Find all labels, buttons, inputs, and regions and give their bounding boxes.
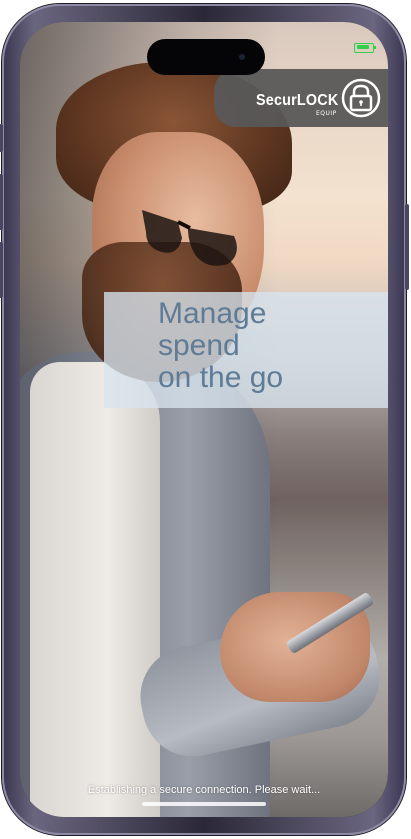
- power-button: [405, 204, 409, 290]
- person-glasses: [142, 210, 237, 266]
- logo-subtext: EQUIP: [316, 110, 337, 117]
- volume-up-button: [0, 174, 3, 230]
- splash-screen: SecurLOCK EQUIP Manage spend on the go E…: [20, 22, 388, 817]
- tagline-line-3: on the go: [158, 361, 284, 394]
- logo-text: SecurLOCK: [256, 92, 339, 109]
- battery-icon: [354, 43, 376, 53]
- person-tshirt: [30, 362, 160, 817]
- camera-dot: [239, 54, 245, 60]
- lock-icon: [341, 78, 381, 118]
- action-button: [0, 124, 3, 152]
- phone-frame: SecurLOCK EQUIP Manage spend on the go E…: [0, 4, 409, 835]
- home-indicator: [142, 802, 266, 806]
- connection-status-text: Establishing a secure connection. Please…: [87, 784, 321, 796]
- securlock-logo-badge: SecurLOCK EQUIP: [214, 69, 388, 127]
- tagline: Manage spend on the go: [158, 298, 378, 394]
- tagline-line-1: Manage: [158, 297, 267, 330]
- volume-down-button: [0, 242, 3, 298]
- tagline-line-2: spend: [158, 329, 240, 362]
- dynamic-island: [147, 39, 265, 75]
